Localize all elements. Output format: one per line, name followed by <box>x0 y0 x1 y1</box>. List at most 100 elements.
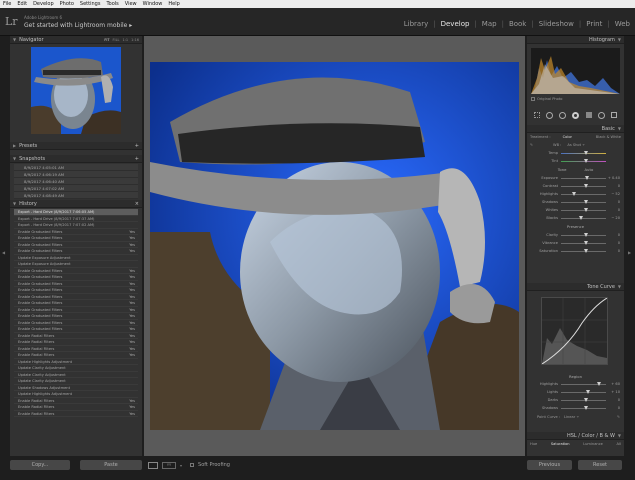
hsl-tab-hue[interactable]: Hue <box>530 442 537 446</box>
original-photo-checkbox[interactable] <box>531 97 535 101</box>
slider-track[interactable] <box>561 240 606 245</box>
basic-whites-slider[interactable]: Whites 0 <box>527 206 624 214</box>
menu-settings[interactable]: Settings <box>80 1 101 7</box>
menu-view[interactable]: View <box>125 1 137 7</box>
slider-value[interactable]: 0 <box>606 200 620 204</box>
radial-filter-icon[interactable] <box>597 111 605 119</box>
histogram-header[interactable]: Histogram ▼ <box>527 36 624 44</box>
slider-handle[interactable] <box>583 248 588 253</box>
red-eye-icon[interactable] <box>572 111 580 119</box>
right-panel-toggle-icon[interactable]: ▶ <box>628 250 631 255</box>
menu-photo[interactable]: Photo <box>60 1 74 7</box>
navigator-header[interactable]: ▼ Navigator FIT FILL 1:1 1:16 <box>10 36 142 44</box>
curve-shadows-slider[interactable]: Shadows 0 <box>527 404 624 412</box>
menu-window[interactable]: Window <box>143 1 163 7</box>
module-map[interactable]: Map <box>477 20 502 28</box>
paste-button[interactable]: Paste <box>80 460 142 470</box>
slider-track[interactable] <box>561 232 606 237</box>
point-curve-select[interactable]: Linear ÷ <box>564 415 579 419</box>
slider-track[interactable] <box>561 207 606 212</box>
module-book[interactable]: Book <box>504 20 531 28</box>
hsl-tab-all[interactable]: All <box>617 442 621 446</box>
copy-button[interactable]: Copy... <box>10 460 70 470</box>
basic-exposure-slider[interactable]: Exposure + 0.40 <box>527 174 624 182</box>
zoom-fill[interactable]: FILL <box>113 38 120 42</box>
snapshot-item[interactable]: 8/9/2017 4:06:40 AM <box>14 178 138 185</box>
zoom-fit[interactable]: FIT <box>104 38 109 42</box>
treatment-color-button[interactable]: Color <box>563 135 572 139</box>
loupe-view-icon[interactable] <box>148 461 158 469</box>
wb-eyedropper-icon[interactable]: ✎ <box>530 143 533 147</box>
hsl-header[interactable]: HSL / Color / B & W ▼ <box>527 432 624 440</box>
snapshot-item[interactable]: 8/9/2017 4:08:49 AM <box>14 192 138 199</box>
slider-value[interactable]: 0 <box>606 249 620 253</box>
slider-value[interactable]: − 20 <box>606 216 620 220</box>
before-after-icon[interactable]: YY <box>162 461 176 469</box>
temp-slider[interactable]: Temp <box>527 149 624 157</box>
slider-handle[interactable] <box>583 397 588 402</box>
basic-contrast-slider[interactable]: Contrast 0 <box>527 182 624 190</box>
slider-value[interactable]: 0 <box>606 398 620 402</box>
slider-handle[interactable] <box>583 183 588 188</box>
module-print[interactable]: Print <box>581 20 607 28</box>
spot-removal-icon[interactable] <box>559 111 567 119</box>
slider-handle[interactable] <box>583 232 588 237</box>
zoom-1-16[interactable]: 1:16 <box>131 38 139 42</box>
slider-value[interactable]: 0 <box>606 184 620 188</box>
menu-help[interactable]: Help <box>168 1 179 7</box>
snapshots-header[interactable]: ▼ Snapshots + <box>10 155 142 163</box>
dropdown-arrow-icon[interactable]: ▾ <box>180 463 182 468</box>
presence-saturation-slider[interactable]: Saturation 0 <box>527 247 624 255</box>
tone-curve-header[interactable]: Tone Curve ▼ <box>527 283 624 291</box>
slider-handle[interactable] <box>597 381 601 386</box>
tint-slider[interactable]: Tint <box>527 157 624 165</box>
module-web[interactable]: Web <box>610 20 635 28</box>
slider-value[interactable]: + 0.40 <box>606 176 620 180</box>
previous-button[interactable]: Previous <box>527 460 572 470</box>
slider-value[interactable]: 0 <box>606 406 620 410</box>
wb-select[interactable]: As Shot ÷ <box>567 143 585 147</box>
menu-tools[interactable]: Tools <box>106 1 118 7</box>
slider-track[interactable] <box>561 405 606 410</box>
curve-darks-slider[interactable]: Darks 0 <box>527 396 624 404</box>
slider-value[interactable]: 0 <box>606 208 620 212</box>
add-preset-icon[interactable]: + <box>135 143 139 149</box>
slider-handle[interactable] <box>585 389 590 394</box>
slider-track[interactable] <box>561 397 606 402</box>
slider-track[interactable] <box>561 199 606 204</box>
slider-handle[interactable] <box>583 199 588 204</box>
curve-highlights-slider[interactable]: Highlights + 60 <box>527 380 624 388</box>
basic-highlights-slider[interactable]: Highlights − 52 <box>527 190 624 198</box>
slider-handle[interactable] <box>583 405 588 410</box>
slider-handle[interactable] <box>571 191 576 196</box>
slider-track[interactable] <box>561 191 606 196</box>
snapshot-item[interactable]: 8/9/2017 4:06:19 AM <box>14 171 138 178</box>
tone-curve-graph[interactable] <box>541 297 608 365</box>
navigator-preview[interactable] <box>31 47 121 134</box>
menu-file[interactable]: File <box>3 1 11 7</box>
slider-handle[interactable] <box>583 240 588 245</box>
identity-title[interactable]: Get started with Lightroom mobile ▸ <box>24 22 132 29</box>
slider-track[interactable] <box>561 248 606 253</box>
history-header[interactable]: ▼ History × <box>10 200 142 208</box>
module-develop[interactable]: Develop <box>436 20 475 28</box>
add-snapshot-icon[interactable]: + <box>135 156 139 162</box>
curve-lights-slider[interactable]: Lights + 10 <box>527 388 624 396</box>
module-slideshow[interactable]: Slideshow <box>534 20 579 28</box>
crop-tool-icon[interactable] <box>546 111 554 119</box>
slider-track[interactable] <box>561 215 606 220</box>
zoom-1-1[interactable]: 1:1 <box>122 38 128 42</box>
module-library[interactable]: Library <box>399 20 433 28</box>
slider-value[interactable]: 0 <box>606 241 620 245</box>
slider-handle[interactable] <box>585 175 590 180</box>
basic-header[interactable]: Basic ▼ <box>527 125 624 133</box>
original-photo-toggle[interactable]: Original Photo <box>531 97 562 101</box>
snapshot-item[interactable]: 8/9/2017 4:05:01 AM <box>14 164 138 171</box>
basic-blacks-slider[interactable]: Blacks − 20 <box>527 214 624 222</box>
slider-value[interactable]: 0 <box>606 233 620 237</box>
left-panel-toggle-icon[interactable]: ◀ <box>2 250 5 255</box>
grid-overlay-icon[interactable] <box>534 112 541 118</box>
slider-track[interactable] <box>561 389 606 394</box>
slider-track[interactable] <box>561 175 606 180</box>
main-photo[interactable] <box>150 62 519 430</box>
